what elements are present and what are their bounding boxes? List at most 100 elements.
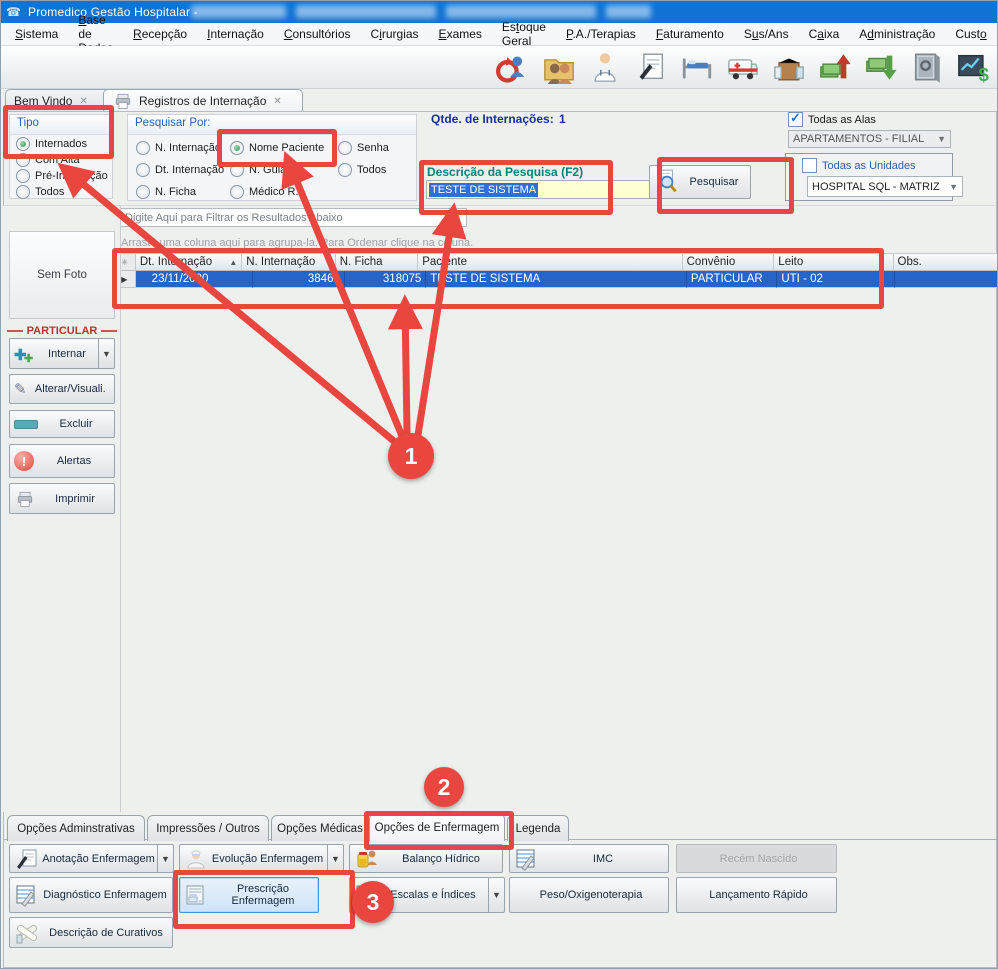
contract-icon[interactable] (630, 48, 671, 86)
chevron-down-icon: ▼ (949, 182, 958, 192)
safe-icon[interactable] (906, 48, 947, 86)
radio-pesquisar-dt-interna-o[interactable]: Dt. Internação (136, 163, 224, 177)
evolu-o-enfermagem-button[interactable]: Evolução Enfermagem▼ (179, 844, 344, 873)
radio-pesquisar-senha[interactable]: Senha (338, 141, 389, 155)
patient-records-icon[interactable] (538, 48, 579, 86)
ambulance-icon[interactable] (722, 48, 763, 86)
sem-foto-label: Sem Foto (37, 269, 87, 281)
menu-item-caixa[interactable]: Caixa (799, 24, 850, 45)
todas-as-unidades-checkbox[interactable]: Todas as Unidades (802, 158, 916, 173)
radio-tipo-todos[interactable]: Todos (16, 185, 64, 199)
menu-item-cirurgias[interactable]: Cirurgias (361, 24, 429, 45)
menu-item-sus-ans[interactable]: Sus/Ans (734, 24, 799, 45)
dropdown-arrow-icon[interactable]: ▼ (327, 845, 343, 872)
checkbox-checked-icon (788, 112, 803, 127)
expense-down-icon[interactable] (860, 48, 901, 86)
bottom-tab-legenda[interactable]: Legenda (507, 815, 569, 841)
dropdown-arrow-icon[interactable]: ▼ (488, 878, 504, 912)
menu-item-consult-rios[interactable]: Consultórios (274, 24, 361, 45)
todas-as-alas-checkbox[interactable]: Todas as Alas (788, 112, 876, 127)
unidade-dropdown[interactable]: HOSPITAL SQL - MATRIZ ▼ (807, 176, 963, 197)
annotation-rect-prescricao (173, 870, 355, 929)
close-icon[interactable]: ✕ (273, 96, 281, 107)
radio-label: Todos (357, 164, 386, 176)
radio-label: N. Internação (155, 142, 221, 154)
bottom-tab-op-es-adminstrativas[interactable]: Opções Adminstrativas (7, 815, 145, 841)
dropdown-arrow-icon[interactable]: ▼ (157, 845, 173, 872)
radio-pesquisar-n-ficha[interactable]: N. Ficha (136, 185, 196, 199)
printer-icon (14, 489, 36, 509)
alterar-visuali--button[interactable]: ✎Alterar/Visuali. (9, 374, 115, 404)
unidade-dropdown-value: HOSPITAL SQL - MATRIZ (812, 181, 940, 193)
cell-obs- (895, 271, 998, 288)
bottom-tab-impress-es-outros[interactable]: Impressões / Outros (147, 815, 269, 841)
menu-item-faturamento[interactable]: Faturamento (646, 24, 734, 45)
alert-icon: ! (14, 451, 34, 471)
lan-amento-r-pido-button[interactable]: Lançamento Rápido (676, 877, 837, 913)
imprimir-button[interactable]: Imprimir (9, 483, 115, 514)
revenue-up-icon[interactable] (814, 48, 855, 86)
radio-pesquisar-todos[interactable]: Todos (338, 163, 386, 177)
clipboard-pen-icon (14, 847, 40, 871)
grid-filter-input[interactable]: Digite Aqui para Filtrar os Resultados A… (119, 208, 467, 227)
nurse-icon (184, 847, 208, 871)
excluir-button[interactable]: Excluir (9, 410, 115, 438)
diagn-stico-enfermagem-button[interactable]: Diagnóstico Enfermagem (9, 877, 173, 913)
menu-item-custo[interactable]: Custo (945, 24, 996, 45)
radio-pesquisar-n-interna-o[interactable]: N. Internação (136, 141, 221, 155)
button-label: Alertas (34, 455, 114, 467)
radio-label: Médico R. (249, 186, 299, 198)
column-header-obs-[interactable]: Obs. (894, 253, 998, 271)
button-label: IMC (538, 853, 668, 865)
bandage-icon (14, 921, 40, 945)
radio-icon (16, 185, 30, 199)
button-label: Balanço Hídrico (380, 853, 502, 865)
anota-o-enfermagem-button[interactable]: Anotação Enfermagem▼ (9, 844, 174, 873)
button-label: Lançamento Rápido (681, 889, 836, 901)
pencil-icon: ✎ (14, 380, 27, 398)
menu-item-interna-o[interactable]: Internação (197, 24, 274, 45)
checkbox-unchecked-icon (802, 158, 817, 173)
button-label: Internar (36, 348, 98, 360)
document-tab-strip: Bem Vindo✕Registros de Internação✕ (1, 89, 997, 111)
redacted-text (606, 5, 651, 18)
billing-chart-icon[interactable]: $ (952, 48, 993, 86)
hospital-bed-icon[interactable] (676, 48, 717, 86)
button-label: Peso/Oxigenoterapia (514, 889, 668, 901)
menu-item-recep-o[interactable]: Recepção (123, 24, 197, 45)
peso-oxigenoterapia-button[interactable]: Peso/Oxigenoterapia (509, 877, 669, 913)
menu-bar: SistemaBase de DadosRecepçãoInternaçãoCo… (1, 23, 997, 46)
menu-item-p-a-terapias[interactable]: P.A./Terapias (556, 24, 646, 45)
svg-text:$: $ (978, 64, 988, 84)
dropdown-arrow-icon[interactable]: ▼ (98, 339, 114, 368)
sync-patient-icon[interactable] (492, 48, 533, 86)
stock-supplies-icon[interactable] (768, 48, 809, 86)
fluid-balance-icon (354, 847, 380, 871)
rec-m-nascido-button: Recém Nascido (676, 844, 837, 873)
annotation-rect-descricao (419, 160, 613, 215)
radio-pesquisar-m-dico-r-[interactable]: Médico R. (230, 185, 299, 199)
redacted-text (191, 5, 286, 18)
convenio-label: PARTICULAR (27, 325, 98, 337)
annotation-rect-pesquisar (657, 157, 794, 214)
alertas-button[interactable]: !Alertas (9, 444, 115, 478)
doctor-icon[interactable] (584, 48, 625, 86)
qtde-label: Qtde. de Internações: (431, 112, 554, 126)
menu-item-sistema[interactable]: Sistema (5, 24, 68, 45)
menu-item-administra-o[interactable]: Administração (849, 24, 945, 45)
radio-icon (230, 185, 244, 199)
radio-tipo-pr-interna-o[interactable]: Pré-Internação (16, 169, 108, 183)
radio-label: N. Ficha (155, 186, 196, 198)
button-label: Imprimir (36, 493, 114, 505)
radio-label: Todos (35, 186, 64, 198)
imc-button[interactable]: IMC (509, 844, 669, 873)
bottom-tab-op-es-m-dicas[interactable]: Opções Médicas (271, 815, 369, 841)
button-label: Diagnóstico Enfermagem (38, 889, 172, 901)
button-label: Anotação Enfermagem (40, 853, 157, 865)
menu-item-exames[interactable]: Exames (429, 24, 492, 45)
radio-icon (16, 169, 30, 183)
internar-button[interactable]: ✚✚Internar▼ (9, 338, 115, 369)
doc-tab-registros-de-interna-o[interactable]: Registros de Internação✕ (103, 89, 303, 112)
ala-dropdown[interactable]: APARTAMENTOS - FILIAL ▼ (788, 130, 951, 148)
descri-o-de-curativos-button[interactable]: Descrição de Curativos (9, 917, 173, 948)
